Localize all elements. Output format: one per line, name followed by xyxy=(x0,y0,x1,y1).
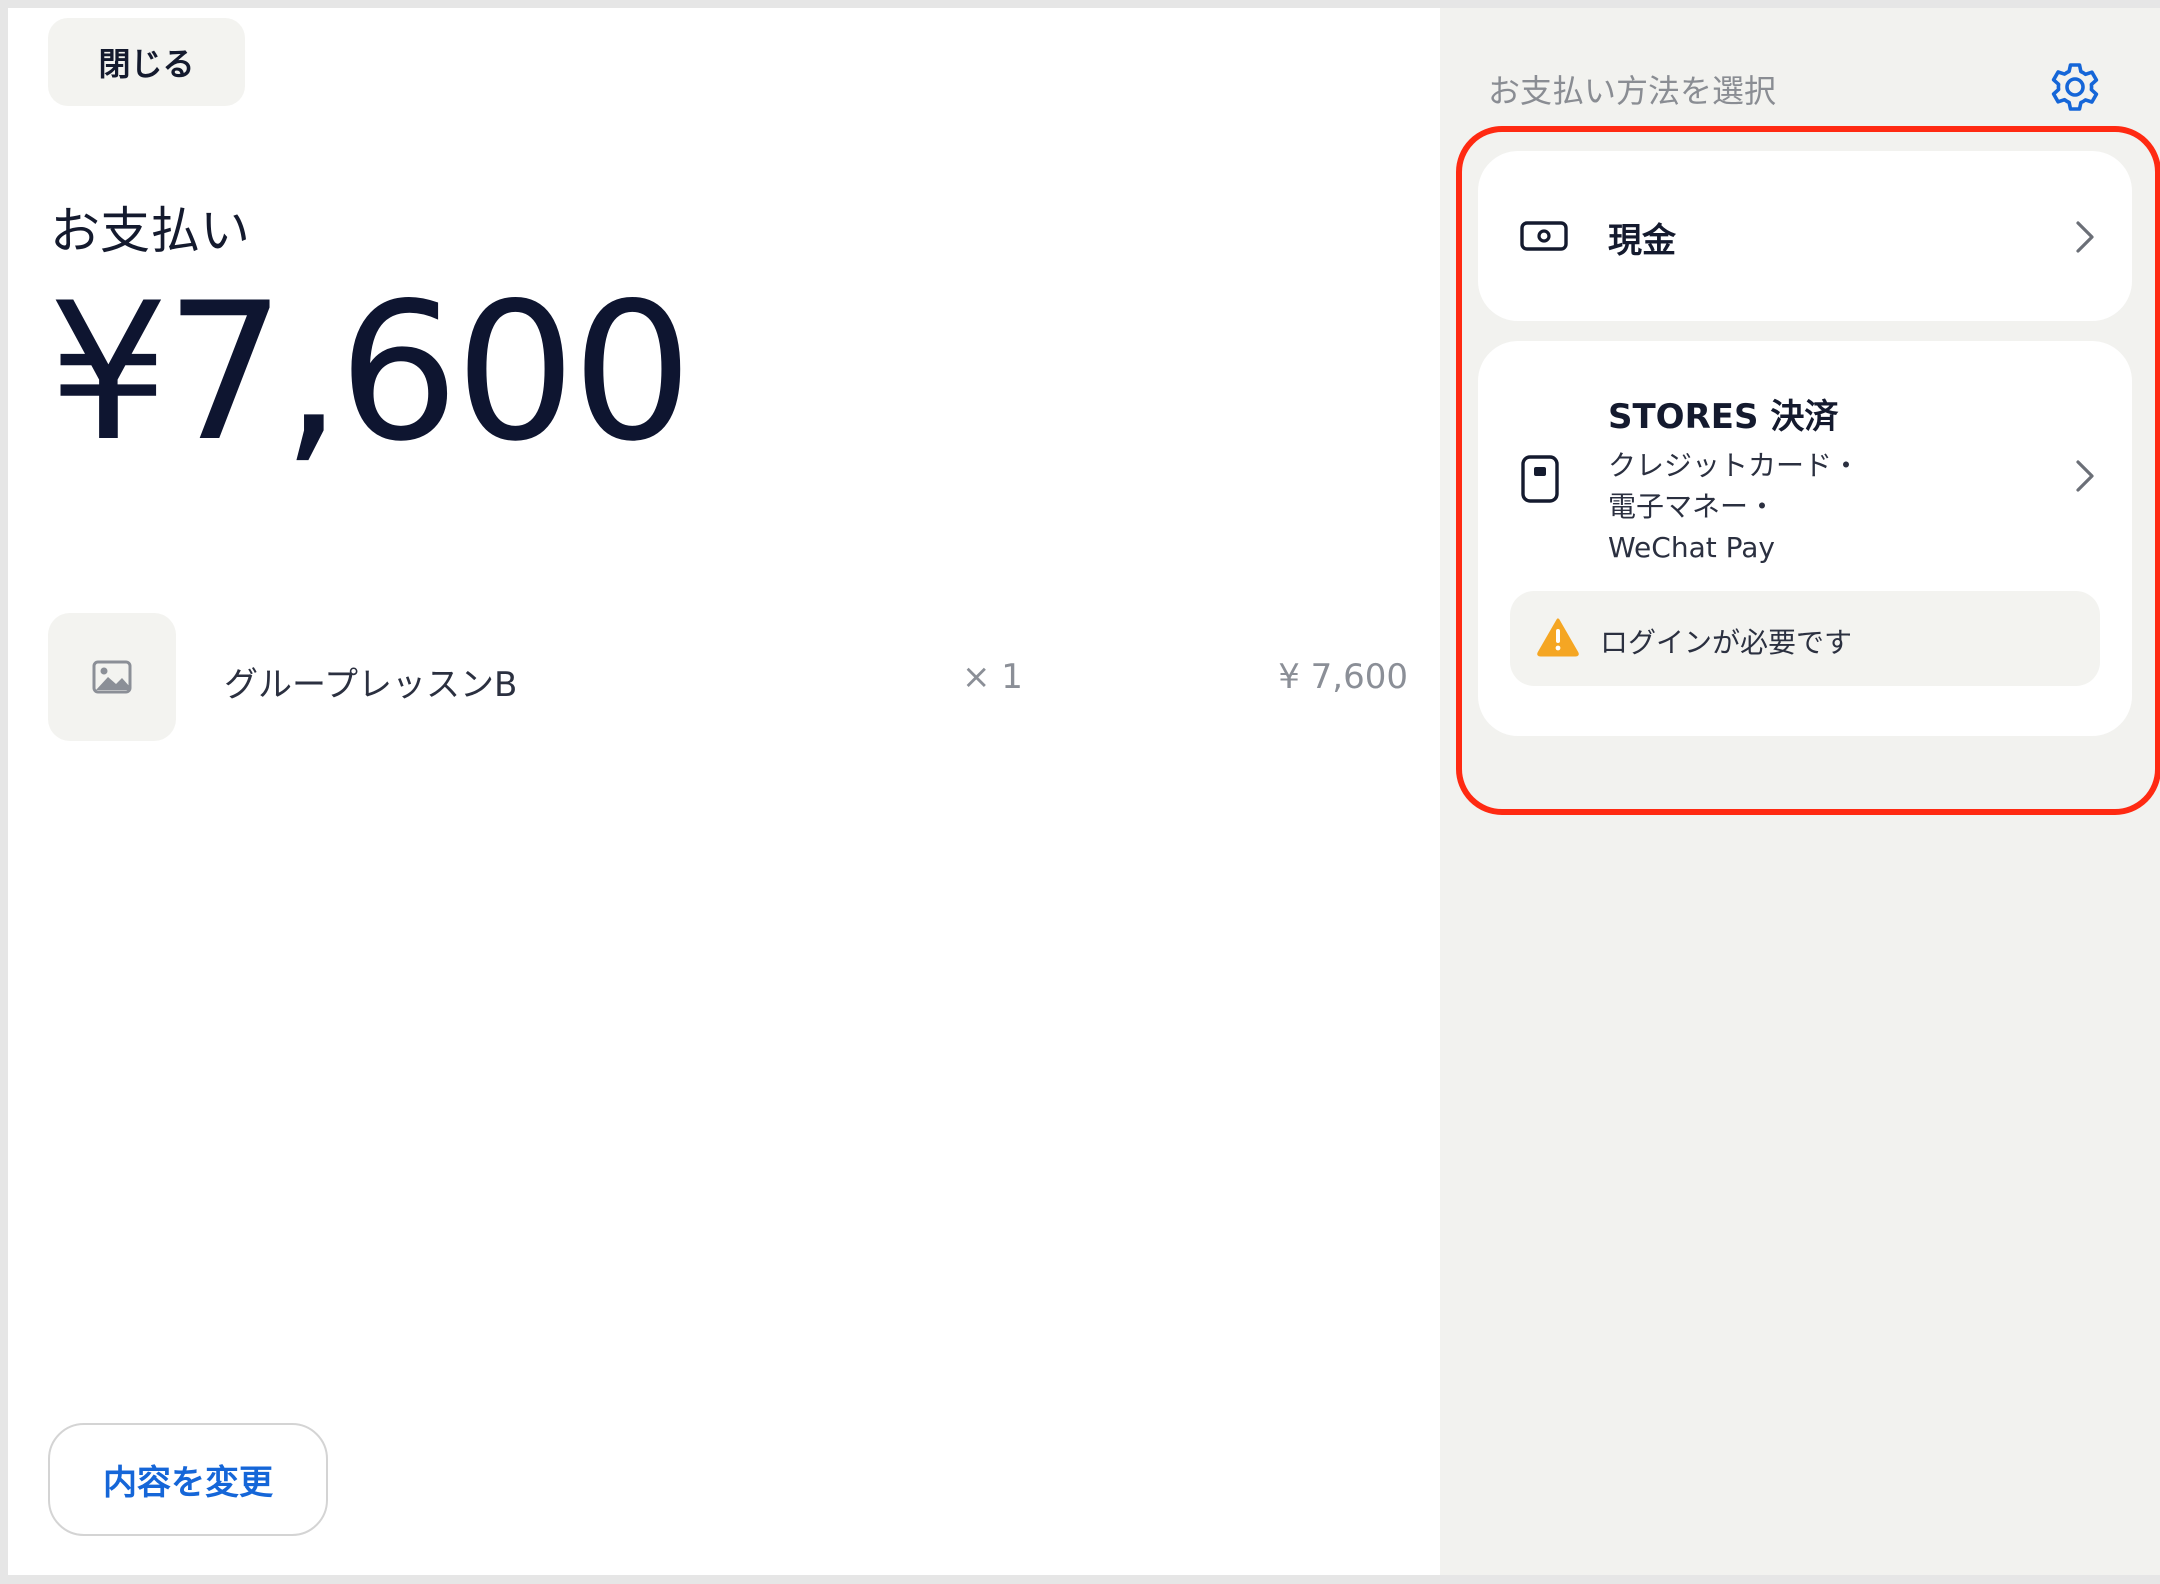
payment-method-title: お支払い方法を選択 xyxy=(1488,72,1777,110)
description-line: クレジットカード・ xyxy=(1608,449,1861,482)
card-reader-icon xyxy=(1521,455,1559,503)
cash-icon xyxy=(1520,221,1568,251)
item-quantity: × 1 xyxy=(962,657,1023,697)
change-order-button[interactable]: 内容を変更 xyxy=(48,1423,328,1536)
chevron-right-icon xyxy=(2076,221,2094,253)
item-name: グループレッスンB xyxy=(224,665,518,705)
close-button[interactable]: 閉じる xyxy=(48,18,245,106)
login-required-notice: ログインが必要です xyxy=(1510,591,2100,686)
description-line: WeChat Pay xyxy=(1608,531,1775,564)
payment-option-description: クレジットカード・ 電子マネー・ WeChat Pay xyxy=(1608,445,1860,568)
payment-option-cash[interactable]: 現金 xyxy=(1478,151,2132,321)
payment-method-pane: お支払い方法を選択 現金 STORES 決済 クレジットカード・ 電子マネー・ … xyxy=(1440,8,2160,1575)
total-amount: ¥7,600 xyxy=(48,262,693,483)
image-placeholder-icon xyxy=(48,613,176,741)
page-title: お支払い xyxy=(50,202,250,260)
payment-option-label: STORES 決済 xyxy=(1608,397,1839,437)
description-line: 電子マネー・ xyxy=(1608,490,1777,523)
payment-option-label: 現金 xyxy=(1608,221,1676,261)
warning-icon xyxy=(1537,618,1579,657)
login-required-text: ログインが必要です xyxy=(1600,626,1853,659)
order-item-row: グループレッスンB × 1 ¥ 7,600 xyxy=(48,613,1408,745)
item-price: ¥ 7,600 xyxy=(1278,657,1408,697)
app-window: 閉じる お支払い ¥7,600 グループレッスンB × 1 ¥ 7,600 内容… xyxy=(8,8,2160,1575)
chevron-right-icon xyxy=(2076,460,2094,492)
payment-option-stores[interactable]: STORES 決済 クレジットカード・ 電子マネー・ WeChat Pay ログ… xyxy=(1478,341,2132,736)
gear-icon[interactable] xyxy=(2046,58,2104,116)
order-pane: 閉じる お支払い ¥7,600 グループレッスンB × 1 ¥ 7,600 内容… xyxy=(8,8,1440,1575)
